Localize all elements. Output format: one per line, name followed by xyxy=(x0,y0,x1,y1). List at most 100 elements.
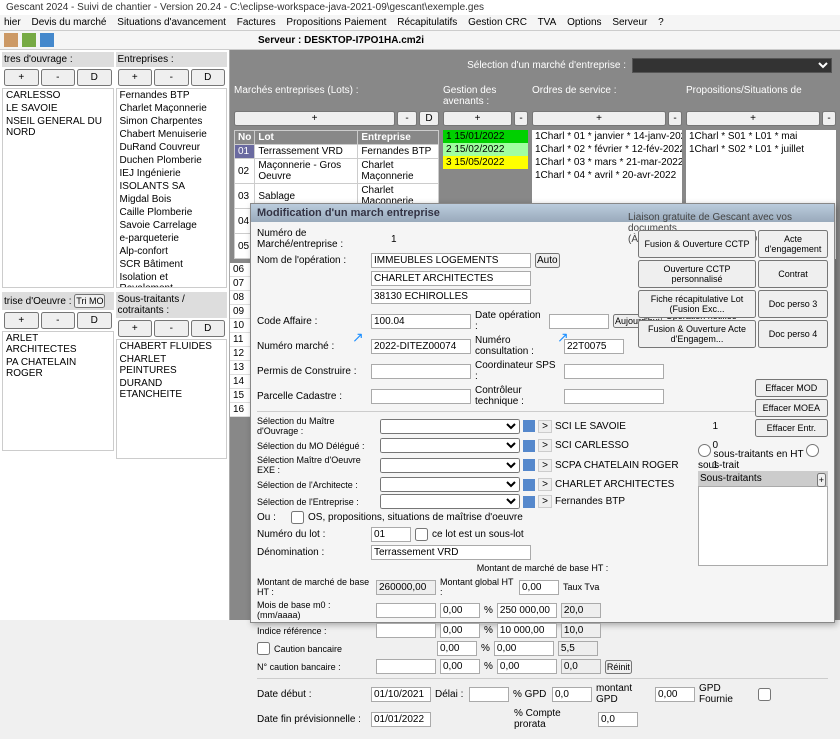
sel-dropdown[interactable] xyxy=(380,438,520,453)
menu-item[interactable]: hier xyxy=(4,17,21,28)
coord-sps-input[interactable] xyxy=(564,364,664,379)
list-item[interactable]: Chabert Menuiserie xyxy=(117,128,227,141)
pct-input[interactable] xyxy=(440,659,480,674)
parcelle-input[interactable] xyxy=(371,389,471,404)
os-rem[interactable]: - xyxy=(668,111,682,126)
list-item[interactable]: PA CHATELAIN ROGER xyxy=(3,356,113,380)
table-row[interactable]: 02Maçonnerie - Gros OeuvreCharlet Maçonn… xyxy=(235,159,439,184)
list-item[interactable]: CHARLET PEINTURES xyxy=(117,353,227,377)
list-item[interactable]: Duchen Plomberie xyxy=(117,154,227,167)
d-button[interactable]: D xyxy=(191,320,226,337)
goto-button[interactable]: > xyxy=(538,420,552,433)
m0-input[interactable] xyxy=(376,603,436,618)
list-item[interactable]: Migdal Bois xyxy=(117,193,227,206)
sel-dropdown[interactable] xyxy=(380,419,520,434)
tva-input[interactable] xyxy=(561,659,601,674)
amt-input[interactable] xyxy=(497,659,557,674)
goto-button[interactable]: > xyxy=(538,439,552,452)
av-add[interactable]: + xyxy=(443,111,512,126)
pct-input[interactable] xyxy=(440,623,480,638)
date-fin-input[interactable] xyxy=(371,712,431,727)
list-item[interactable]: CARLESSO xyxy=(3,89,113,102)
menu-item[interactable]: Factures xyxy=(237,17,276,28)
list-item[interactable]: 1Charl * 03 * mars * 21-mar-2022 xyxy=(532,156,682,169)
fiche-recap-button[interactable]: Fiche récapitulative Lot (Fusion Exc... xyxy=(638,290,756,318)
contrat-button[interactable]: Contrat xyxy=(758,260,828,288)
num-cons-input[interactable] xyxy=(564,339,624,354)
st-listbox[interactable] xyxy=(698,486,828,566)
st-add-button[interactable]: + xyxy=(817,473,826,487)
delai-input[interactable] xyxy=(469,687,509,702)
permis-input[interactable] xyxy=(371,364,471,379)
lots-d[interactable]: D xyxy=(419,111,439,126)
goto-button[interactable]: > xyxy=(538,459,552,472)
list-item[interactable]: Isolation et Ravalement xyxy=(117,271,227,288)
os-add[interactable]: + xyxy=(532,111,666,126)
tva-input[interactable] xyxy=(561,623,601,638)
date-debut-input[interactable] xyxy=(371,687,431,702)
list-item[interactable]: DURAND ETANCHEITE xyxy=(117,377,227,401)
st-ht-radio[interactable] xyxy=(698,444,711,457)
pct-input[interactable] xyxy=(437,641,477,656)
list-item[interactable]: SCR Bâtiment xyxy=(117,258,227,271)
list-item[interactable]: CHABERT FLUIDES xyxy=(117,340,227,353)
remove-button[interactable]: - xyxy=(154,320,189,337)
montant-global-input[interactable] xyxy=(519,580,559,595)
menu-item[interactable]: Options xyxy=(567,17,601,28)
tool-icon[interactable] xyxy=(22,33,36,47)
compte-prorata-input[interactable] xyxy=(598,712,638,727)
doc3-button[interactable]: Doc perso 3 xyxy=(758,290,828,318)
tva-input[interactable] xyxy=(561,603,601,618)
acte-eng-button[interactable]: Acte d'engagement xyxy=(758,230,828,258)
effacer-mod-button[interactable]: Effacer MOD xyxy=(755,379,828,397)
ent-list[interactable]: Fernandes BTPCharlet MaçonnerieSimon Cha… xyxy=(116,88,228,288)
menu-item[interactable]: TVA xyxy=(538,17,557,28)
menu-item[interactable]: Récapitulatifs xyxy=(397,17,457,28)
moe-list[interactable]: ARLET ARCHITECTESPA CHATELAIN ROGER xyxy=(2,331,114,451)
code-aff-input[interactable] xyxy=(371,314,471,329)
amt-input[interactable] xyxy=(497,623,557,638)
archi-input[interactable] xyxy=(371,271,531,286)
num-lot-input[interactable] xyxy=(371,527,411,542)
st-ttc-radio[interactable] xyxy=(806,444,819,457)
list-item[interactable]: ISOLANTS SA xyxy=(117,180,227,193)
os-checkbox[interactable] xyxy=(291,511,304,524)
list-item[interactable]: e-parqueterie xyxy=(117,232,227,245)
sel-dropdown[interactable] xyxy=(380,477,520,492)
list-item[interactable]: Charlet Maçonnerie xyxy=(117,102,227,115)
list-item[interactable]: 1Charl * 01 * janvier * 14-janv-2022 xyxy=(532,130,682,143)
caution-checkbox[interactable] xyxy=(257,642,270,655)
mo-list[interactable]: CARLESSOLE SAVOIENSEIL GENERAL DU NORD xyxy=(2,88,114,288)
remove-button[interactable]: - xyxy=(41,312,76,329)
d-button[interactable]: D xyxy=(77,312,112,329)
effacer-entr-button[interactable]: Effacer Entr. xyxy=(755,419,828,437)
gpd-input[interactable] xyxy=(552,687,592,702)
add-button[interactable]: + xyxy=(118,320,153,337)
indice-input[interactable] xyxy=(376,623,436,638)
list-item[interactable]: 1Charl * S02 * L01 * juillet xyxy=(686,143,836,156)
add-button[interactable]: + xyxy=(118,69,153,86)
num-m-input[interactable] xyxy=(371,339,471,354)
tool-icon[interactable] xyxy=(40,33,54,47)
menu-item[interactable]: Situations d'avancement xyxy=(117,17,226,28)
ncaution-input[interactable] xyxy=(376,659,436,674)
list-item[interactable]: LE SAVOIE xyxy=(3,102,113,115)
list-item[interactable]: 1Charl * 04 * avril * 20-avr-2022 xyxy=(532,169,682,182)
menu-item[interactable]: Serveur xyxy=(612,17,647,28)
tool-icon[interactable] xyxy=(4,33,18,47)
gpd-fournie-checkbox[interactable] xyxy=(758,688,771,701)
st-list[interactable]: CHABERT FLUIDESCHARLET PEINTURESDURAND E… xyxy=(116,339,228,459)
goto-button[interactable]: > xyxy=(538,495,552,508)
amt-input[interactable] xyxy=(494,641,554,656)
add-button[interactable]: + xyxy=(4,69,39,86)
mont-gpd-input[interactable] xyxy=(655,687,695,702)
menu-item[interactable]: Devis du marché xyxy=(31,17,106,28)
av-rem[interactable]: - xyxy=(514,111,528,126)
menu-item[interactable]: Propositions Paiement xyxy=(286,17,386,28)
sel-dropdown[interactable] xyxy=(380,458,520,473)
list-item[interactable]: Simon Charpentes xyxy=(117,115,227,128)
nom-op-input[interactable] xyxy=(371,253,531,268)
ouv-cctp-button[interactable]: Ouverture CCTP personnalisé xyxy=(638,260,756,288)
list-item[interactable]: Caille Plomberie xyxy=(117,206,227,219)
reinit-button[interactable]: Réinit xyxy=(605,660,632,674)
